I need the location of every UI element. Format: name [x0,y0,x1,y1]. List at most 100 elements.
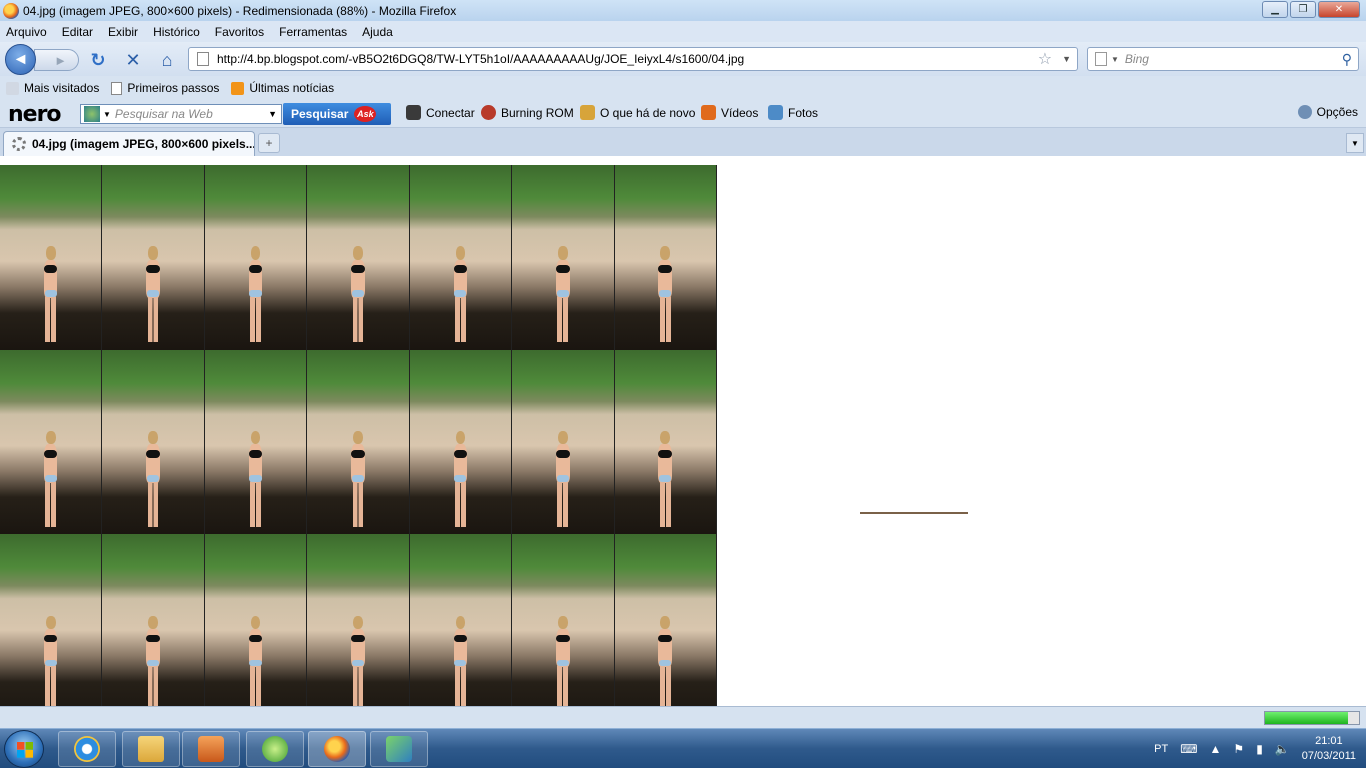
whats-new-button[interactable]: O que há de novo [580,105,695,120]
search-engine-icon[interactable] [1095,52,1107,66]
forward-arrow-icon: ► [54,52,67,68]
image-tile [614,534,717,719]
figure-legs [557,297,569,343]
new-tab-button[interactable]: + [258,133,280,153]
nero-search-input[interactable]: Pesquisar na Web [115,107,268,121]
network-signal-icon[interactable]: ▮ [1256,742,1263,756]
search-input[interactable]: Bing [1125,52,1342,66]
engine-dropdown-icon[interactable]: ▼ [103,110,111,119]
home-button[interactable]: ⌂ [157,50,177,70]
figure-head [45,246,56,260]
back-button[interactable]: ◄ [5,44,36,75]
menu-favoritos[interactable]: Favoritos [215,25,264,39]
figure-legs [147,481,159,527]
taskbar-nero[interactable] [246,731,304,767]
image-tile [0,349,103,535]
figure-legs [455,481,466,527]
language-indicator[interactable]: PT [1154,743,1168,755]
figure-legs [557,666,569,712]
figure-top [146,265,160,274]
figure-head [45,430,56,445]
figure-head [455,615,466,630]
nero-options-menu[interactable]: Opções [1297,105,1358,119]
taskbar-media-player[interactable] [182,731,240,767]
menu-editar[interactable]: Editar [62,25,93,39]
photo-figure [243,246,267,343]
stop-button[interactable]: ✕ [123,50,143,70]
my-icon [406,105,421,120]
action-center-icon[interactable]: ⚑ [1233,742,1244,756]
image-tile [512,165,615,350]
image-tile [307,165,410,350]
url-history-dropdown-icon[interactable]: ▼ [1062,54,1071,64]
taskbar-internet-explorer[interactable] [58,731,116,767]
bookmark-primeiros-passos[interactable]: Primeiros passos [111,81,219,95]
nero-logo: nero [8,102,62,127]
maximize-button[interactable]: ❐ [1290,1,1316,18]
windows-taskbar: PT ⌨ ▲ ⚑ ▮ 🔈 21:01 07/03/2011 [0,728,1366,768]
nero-search-box[interactable]: ▼ Pesquisar na Web ▼ [80,104,282,124]
fotos-label: Fotos [788,105,819,120]
menu-ajuda[interactable]: Ajuda [362,25,393,39]
reload-button[interactable]: ↻ [88,50,108,70]
photo-figure [448,430,472,527]
clock[interactable]: 21:01 07/03/2011 [1302,734,1356,764]
menu-ferramentas[interactable]: Ferramentas [279,25,347,39]
bookmark-mais-visitados[interactable]: Mais visitados [6,81,99,95]
figure-bottom [454,290,467,298]
tab-active[interactable]: 04.jpg (imagem JPEG, 800×600 pixels... [3,131,255,156]
figure-legs [352,481,364,527]
pesquisar-button[interactable]: Pesquisar Ask [283,103,391,125]
figure-top [43,450,58,458]
search-bar[interactable]: ▼ Bing ⚲ [1087,47,1359,71]
figure-head [557,615,568,630]
ask-logo-icon: Ask [354,106,377,122]
tab-title: 04.jpg (imagem JPEG, 800×600 pixels... [31,137,254,151]
loading-throbber-icon [12,137,26,151]
search-icon[interactable]: ⚲ [1342,51,1352,68]
start-button[interactable] [4,730,44,768]
displayed-image[interactable] [0,165,717,719]
forward-button[interactable]: ► [34,49,79,71]
menu-arquivo[interactable]: Arquivo [6,25,47,39]
volume-icon[interactable]: 🔈 [1275,742,1290,756]
figure-legs [659,481,671,527]
fotos-menu[interactable]: Fotos [768,105,818,120]
figure-legs [659,666,671,712]
menu-exibir[interactable]: Exibir [108,25,138,39]
search-history-dropdown-icon[interactable]: ▼ [268,109,277,119]
figure-top [556,265,570,274]
keyboard-icon[interactable]: ⌨ [1180,742,1197,756]
nero-app-icon [262,736,288,762]
show-hidden-icons-icon[interactable]: ▲ [1210,742,1222,756]
figure-legs [557,481,569,527]
page-content [0,156,1366,719]
taskbar-firefox[interactable] [308,731,366,767]
conectar-button[interactable]: Conectar [406,105,475,120]
bookmark-star-icon[interactable]: ☆ [1038,49,1052,69]
figure-top [556,450,570,458]
taskbar-explorer[interactable] [122,731,180,767]
url-bar[interactable]: http://4.bp.blogspot.com/-vB5O2t6DGQ8/TW… [188,47,1078,71]
close-button[interactable]: ✕ [1318,1,1360,18]
windows-logo-icon [17,742,33,758]
taskbar-network-app[interactable] [370,731,428,767]
window-title: 04.jpg (imagem JPEG, 800×600 pixels) - R… [23,3,457,18]
figure-head [353,615,363,630]
minimize-button[interactable]: ▁ [1262,1,1288,18]
figure-legs [250,666,261,712]
figure-bottom [659,290,672,298]
search-engine-dropdown-icon[interactable]: ▼ [1111,55,1119,64]
gear-icon [1297,105,1312,119]
globe-icon [84,106,100,122]
photo-figure [243,615,267,712]
image-tile [204,349,308,535]
bookmark-ultimas-noticias[interactable]: Últimas notícias [231,81,334,95]
url-input[interactable]: http://4.bp.blogspot.com/-vB5O2t6DGQ8/TW… [217,52,1038,66]
videos-menu[interactable]: Vídeos [701,105,758,120]
burning-rom-button[interactable]: Burning ROM [481,105,574,120]
photo-figure [243,430,267,527]
menu-historico[interactable]: Histórico [153,25,200,39]
list-all-tabs-button[interactable]: ▼ [1346,133,1364,153]
image-tile [614,349,717,535]
